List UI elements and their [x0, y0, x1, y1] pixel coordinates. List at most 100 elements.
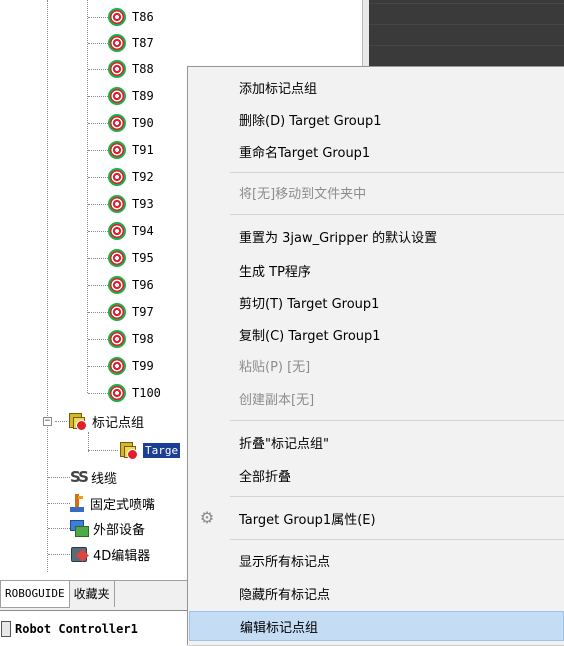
tree-node-target[interactable]: T95	[88, 245, 154, 271]
tree-connector-line	[88, 42, 108, 44]
menu-item-generate-tp[interactable]: 生成 TP程序	[189, 255, 564, 285]
menu-item-move-to-folder: 将[无]移动到文件夹中	[189, 177, 564, 207]
tree-node-external-device[interactable]: 外部设备	[48, 515, 145, 541]
tree-node-target[interactable]: T90	[88, 110, 154, 136]
menu-item-copy[interactable]: 复制(C) Target Group1	[189, 319, 564, 349]
controller-icon	[1, 620, 11, 637]
browser-tab-bar: ROBOGUIDE 收藏夹	[0, 580, 200, 611]
menu-item-paste: 粘贴(P) [无]	[189, 350, 564, 380]
tree-connector-line	[88, 68, 108, 70]
menu-item-show-all-targets[interactable]: 显示所有标记点	[189, 545, 564, 575]
menu-item-label: 全部折叠	[239, 469, 292, 485]
target-group-label: 标记点组	[92, 415, 145, 431]
target-group-icon	[118, 440, 138, 460]
menu-item-label: 重命名Target Group1	[239, 145, 371, 161]
tree-node-target[interactable]: T97	[88, 299, 154, 325]
target-point-icon	[108, 384, 126, 402]
tree-connector-line	[88, 149, 108, 151]
menu-item-label: 隐藏所有标记点	[239, 587, 331, 603]
tree-connector-line	[88, 16, 108, 18]
context-menu: 添加标记点组 删除(D) Target Group1 重命名Target Gro…	[187, 66, 564, 645]
target-point-icon	[108, 60, 126, 78]
target-label: T95	[132, 251, 154, 265]
tree-node-target[interactable]: T92	[88, 164, 154, 190]
target-point-icon	[108, 303, 126, 321]
tree-connector-line	[48, 502, 70, 504]
external-device-icon	[70, 520, 89, 537]
target-point-icon	[108, 168, 126, 186]
tree-node-target[interactable]: T89	[88, 83, 154, 109]
menu-item-label: 折叠"标记点组"	[239, 436, 329, 452]
target-label: T97	[132, 305, 154, 319]
tree-connector-line	[88, 338, 108, 340]
tree-node-target[interactable]: T93	[88, 191, 154, 217]
collapse-toggle-icon[interactable]: −	[43, 417, 52, 426]
tab-favorites[interactable]: 收藏夹	[70, 581, 115, 607]
target-point-icon	[108, 141, 126, 159]
tree-node-target[interactable]: T99	[88, 353, 154, 379]
fixed-dispenser-label: 固定式喷嘴	[90, 497, 156, 513]
tree-connector-line	[88, 284, 108, 286]
menu-item-label: 重置为 3jaw_Gripper 的默认设置	[239, 230, 438, 246]
tree-node-target-group-item[interactable]: Targe	[88, 437, 181, 463]
menu-item-add-target-group[interactable]: 添加标记点组	[189, 72, 564, 102]
target-point-icon	[108, 276, 126, 294]
tree-node-target[interactable]: T94	[88, 218, 154, 244]
robot-controller-label[interactable]: Robot Controller1	[15, 622, 138, 636]
tree-connector-line	[88, 95, 108, 97]
menu-item-label: Target Group1属性(E)	[239, 512, 376, 528]
target-label: T92	[132, 170, 154, 184]
menu-item-label: 粘贴(P) [无]	[239, 359, 311, 375]
editor-4d-icon	[70, 545, 89, 563]
tree-node-target[interactable]: T100	[88, 380, 161, 406]
target-label: T96	[132, 278, 154, 292]
menu-item-label: 生成 TP程序	[239, 264, 311, 280]
menu-separator	[230, 496, 564, 497]
tree-connector-line	[88, 257, 108, 259]
tree-connector-line	[88, 203, 108, 205]
menu-separator	[230, 172, 564, 173]
tree-connector-line	[88, 365, 108, 367]
tab-roboguide[interactable]: ROBOGUIDE	[0, 581, 70, 608]
tree-node-target-group[interactable]: 标记点组	[55, 408, 144, 434]
tree-node-cables[interactable]: SS 线缆	[48, 464, 117, 490]
tree-node-target[interactable]: T86	[88, 4, 154, 30]
tree-node-target[interactable]: T87	[88, 30, 154, 56]
menu-item-duplicate: 创建副本[无]	[189, 383, 564, 413]
editor-4d-label: 4D编辑器	[93, 548, 151, 564]
target-point-icon	[108, 8, 126, 26]
menu-item-collapse-group[interactable]: 折叠"标记点组"	[189, 427, 564, 457]
tree-node-target[interactable]: T91	[88, 137, 154, 163]
robot-controller-panel: Robot Controller1	[0, 610, 200, 646]
menu-item-hide-all-targets[interactable]: 隐藏所有标记点	[189, 578, 564, 608]
menu-item-label: 剪切(T) Target Group1	[239, 296, 380, 312]
menu-item-label: 删除(D) Target Group1	[239, 113, 382, 129]
tree-connector-line	[88, 176, 108, 178]
target-point-icon	[108, 34, 126, 52]
target-label: T89	[132, 89, 154, 103]
tree-connector-line	[88, 230, 108, 232]
menu-item-collapse-all[interactable]: 全部折叠	[189, 460, 564, 490]
cables-label: 线缆	[90, 471, 117, 487]
menu-item-label: 编辑标记点组	[240, 620, 319, 636]
menu-item-cut[interactable]: 剪切(T) Target Group1	[189, 287, 564, 317]
menu-item-rename[interactable]: 重命名Target Group1	[189, 136, 564, 166]
target-point-icon	[108, 114, 126, 132]
menu-separator	[230, 214, 564, 215]
target-label: T87	[132, 36, 154, 50]
target-label: T93	[132, 197, 154, 211]
menu-item-properties[interactable]: ⚙ Target Group1属性(E)	[189, 503, 564, 533]
tree-node-target[interactable]: T88	[88, 56, 154, 82]
tree-node-fixed-dispenser[interactable]: 固定式喷嘴	[48, 490, 155, 516]
tree-node-target[interactable]: T98	[88, 326, 154, 352]
tree-connector-line	[88, 122, 108, 124]
menu-item-label: 创建副本[无]	[239, 392, 315, 408]
menu-item-reset-defaults[interactable]: 重置为 3jaw_Gripper 的默认设置	[189, 221, 564, 251]
nozzle-icon	[70, 494, 84, 512]
menu-item-edit-target-group[interactable]: 编辑标记点组	[189, 611, 564, 641]
tree-node-target[interactable]: T96	[88, 272, 154, 298]
target-point-icon	[108, 249, 126, 267]
target-label: T94	[132, 224, 154, 238]
menu-item-delete[interactable]: 删除(D) Target Group1	[189, 104, 564, 134]
tree-node-4d-editor[interactable]: 4D编辑器	[48, 541, 150, 567]
